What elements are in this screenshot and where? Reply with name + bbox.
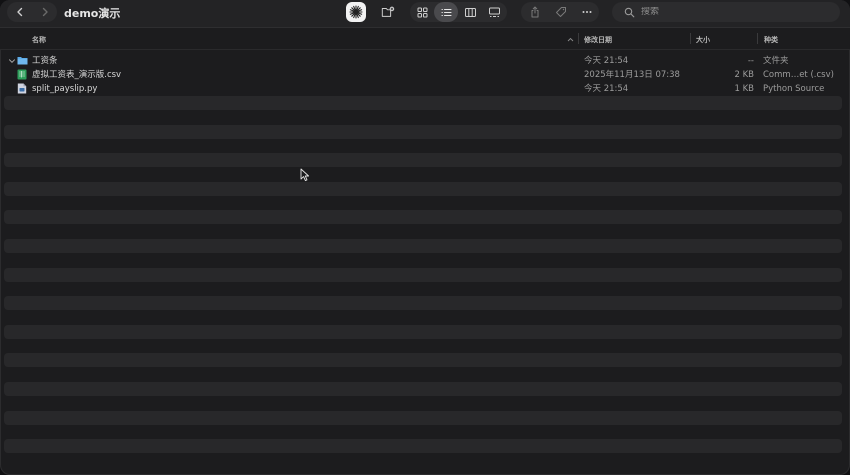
empty-row	[4, 181, 842, 196]
column-separator[interactable]	[578, 33, 579, 44]
chevron-right-icon	[42, 7, 48, 17]
empty-row	[4, 267, 842, 282]
sort-chevron-icon	[567, 37, 574, 42]
chevron-left-icon	[16, 7, 22, 17]
file-name: split_payslip.py	[32, 84, 98, 94]
file-name: 虚拟工资表_演示版.csv	[32, 70, 122, 80]
share-icon	[531, 6, 539, 18]
empty-row	[4, 96, 842, 110]
forward-button[interactable]	[32, 2, 57, 22]
column-date[interactable]: 修改日期	[584, 35, 612, 45]
chevron-down-icon[interactable]	[8, 57, 16, 65]
back-button[interactable]	[7, 2, 32, 22]
file-size: --	[747, 56, 754, 66]
tag-button[interactable]	[549, 2, 573, 22]
file-list: 工资条 今天 21:54 -- 文件夹 虚拟工资表_演示版.csv 2025年1…	[0, 50, 850, 475]
new-folder-button[interactable]	[376, 2, 400, 22]
folder-icon	[17, 57, 28, 65]
view-switcher	[410, 2, 507, 22]
tag-icon	[556, 7, 566, 17]
toolbar: demo演示	[0, 0, 850, 28]
column-kind[interactable]: 种类	[764, 35, 778, 45]
empty-row	[4, 153, 842, 168]
search-input[interactable]	[641, 7, 821, 17]
empty-row	[4, 353, 842, 368]
window-title: demo演示	[64, 7, 121, 20]
navigation-buttons	[7, 2, 57, 22]
icon-view-button[interactable]	[410, 2, 434, 22]
file-row-folder[interactable]: 工资条 今天 21:54 -- 文件夹	[4, 54, 842, 68]
more-icon	[582, 11, 592, 13]
file-name: 工资条	[32, 56, 58, 66]
empty-row	[4, 239, 842, 253]
column-size[interactable]: 大小	[696, 35, 710, 45]
file-date: 2025年11月13日 07:38	[584, 70, 680, 80]
finder-window: demo演示 搜索 名称 修改日期 大小 种类 工资条 今天 21:54 -- …	[0, 0, 850, 475]
more-button[interactable]	[575, 2, 599, 22]
gallery-view-button[interactable]	[482, 2, 506, 22]
empty-row	[4, 382, 842, 396]
column-view-button[interactable]	[458, 2, 482, 22]
file-row-csv[interactable]: 虚拟工资表_演示版.csv 2025年11月13日 07:38 2 KB Com…	[4, 68, 842, 82]
starburst-icon	[349, 5, 363, 19]
file-size: 1 KB	[734, 84, 754, 94]
file-size: 2 KB	[734, 70, 754, 80]
spreadsheet-file-icon	[17, 69, 27, 80]
empty-row	[4, 410, 842, 425]
empty-row	[4, 439, 842, 454]
file-row-python[interactable]: split_payslip.py 今天 21:54 1 KB Python So…	[4, 82, 842, 96]
column-name[interactable]: 名称	[32, 35, 46, 45]
list-view-button[interactable]	[434, 2, 458, 22]
search-icon	[624, 7, 635, 17]
file-date: 今天 21:54	[584, 56, 629, 66]
search-field[interactable]	[612, 2, 840, 22]
file-kind: Python Source	[763, 84, 825, 94]
action-buttons	[521, 2, 599, 22]
file-date: 今天 21:54	[584, 84, 629, 94]
new-folder-icon	[381, 6, 395, 17]
gallery-view-icon	[488, 7, 500, 17]
file-kind: Comm…et (.csv)	[763, 70, 834, 80]
empty-row	[4, 210, 842, 225]
share-button[interactable]	[523, 2, 547, 22]
empty-row	[4, 324, 842, 339]
list-view-icon	[440, 8, 452, 16]
file-kind: 文件夹	[763, 56, 789, 66]
python-file-icon	[17, 83, 27, 94]
column-separator[interactable]	[757, 33, 758, 44]
empty-row	[4, 296, 842, 311]
column-view-icon	[464, 7, 476, 17]
icon-view-icon	[417, 7, 427, 17]
mouse-pointer-icon	[300, 168, 310, 182]
column-separator[interactable]	[690, 33, 691, 44]
app-button[interactable]	[346, 2, 366, 22]
empty-row	[4, 124, 842, 139]
column-header: 名称 修改日期 大小 种类	[0, 28, 850, 50]
